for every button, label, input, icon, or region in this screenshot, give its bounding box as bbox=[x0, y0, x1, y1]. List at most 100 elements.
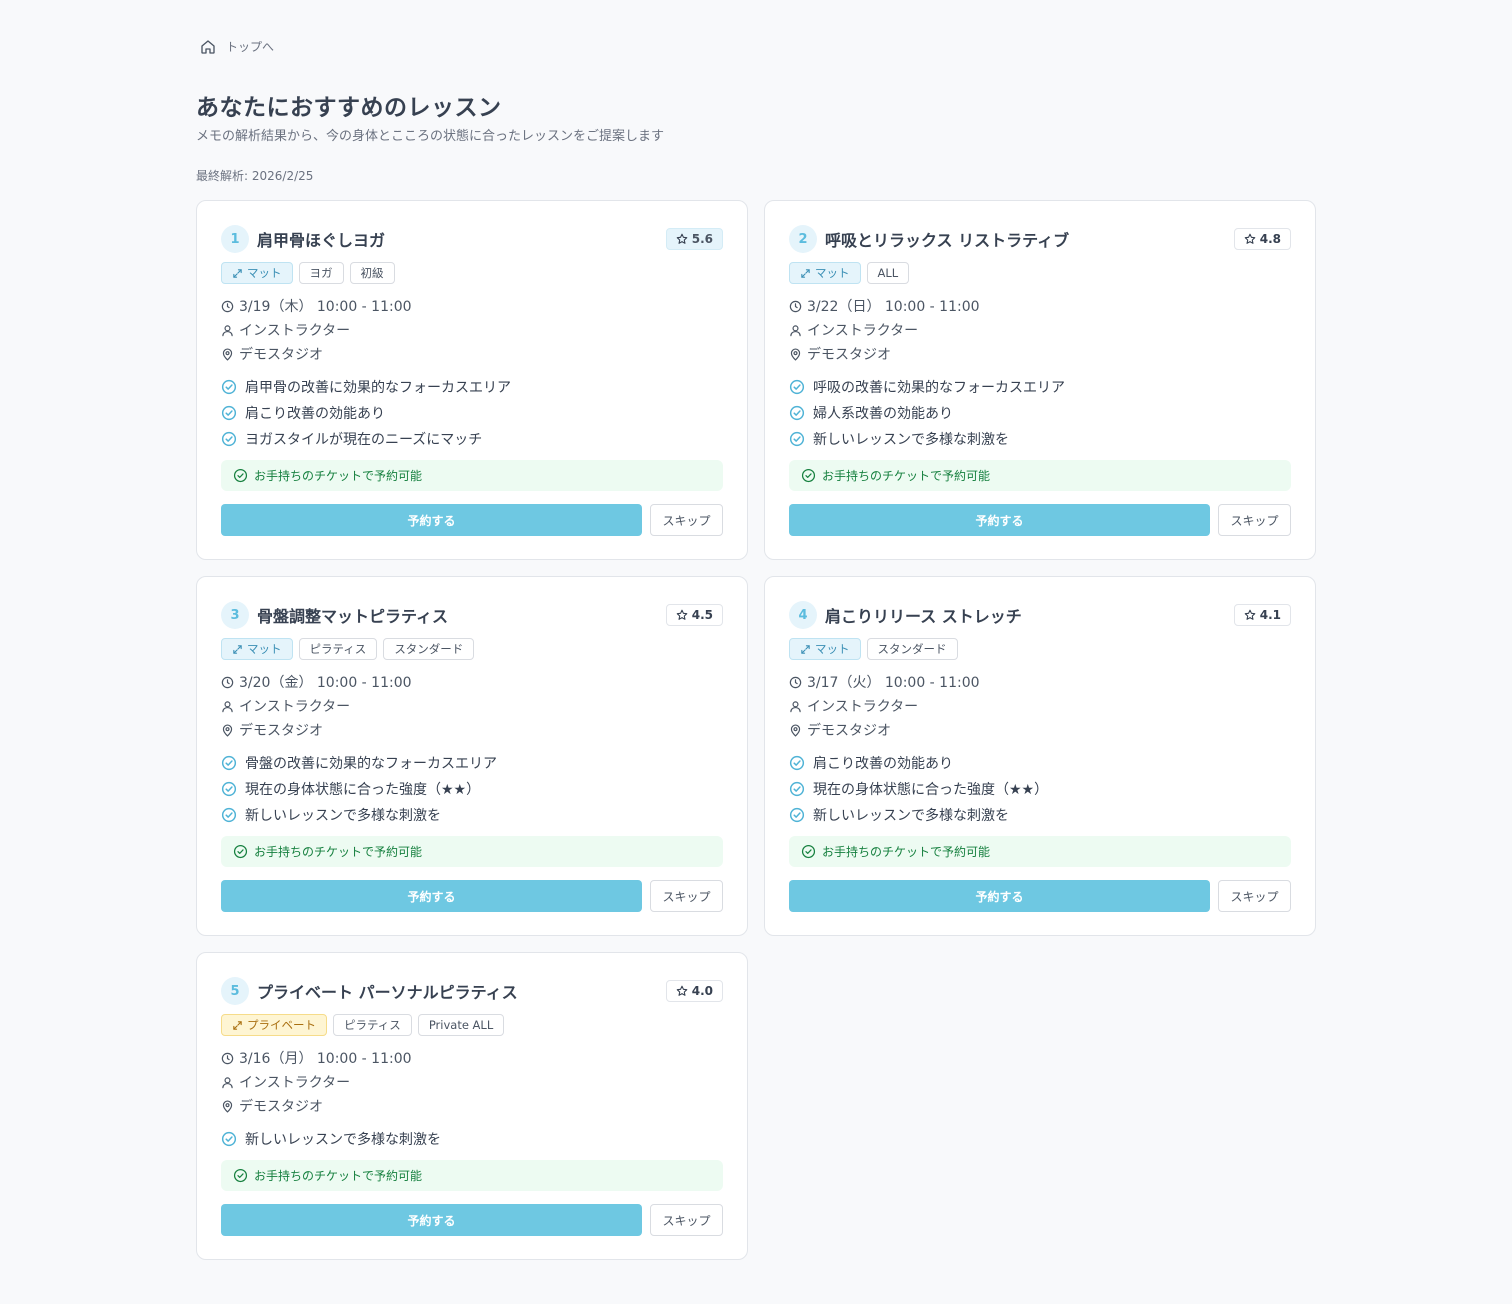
reason-item: 新しいレッスンで多様な刺激を bbox=[221, 1126, 723, 1152]
skip-button[interactable]: スキップ bbox=[650, 504, 723, 536]
datetime-row: 3/17（火） 10:00 - 11:00 bbox=[789, 670, 1291, 694]
clock-icon bbox=[221, 300, 234, 312]
ticket-note: お手持ちのチケットで予約可能 bbox=[789, 460, 1291, 491]
skip-button[interactable]: スキップ bbox=[1218, 880, 1291, 912]
datetime-text: 3/17（火） 10:00 - 11:00 bbox=[807, 675, 980, 691]
tag-plain: 初級 bbox=[349, 262, 395, 284]
map-pin-icon bbox=[222, 1099, 233, 1113]
tag-label: 初級 bbox=[360, 266, 384, 280]
breadcrumb-label[interactable]: トップへ bbox=[226, 38, 274, 55]
reserve-button[interactable]: 予約する bbox=[789, 880, 1210, 912]
tag-mat: マット bbox=[221, 638, 293, 660]
reserve-button[interactable]: 予約する bbox=[221, 504, 642, 536]
rank-badge: 2 bbox=[789, 225, 817, 253]
star-icon bbox=[1244, 233, 1256, 244]
card-actions: 予約する スキップ bbox=[221, 880, 723, 912]
check-badge-icon bbox=[789, 755, 805, 771]
check-badge-icon bbox=[221, 405, 237, 421]
reason-item: 肩こり改善の効能あり bbox=[789, 750, 1291, 776]
skip-button[interactable]: スキップ bbox=[650, 880, 723, 912]
score-badge: 4.8 bbox=[1233, 228, 1291, 250]
tag-private: プライベート bbox=[221, 1014, 327, 1036]
lesson-title: 呼吸とリラックス リストラティブ bbox=[825, 231, 1070, 250]
reason-item: 新しいレッスンで多様な刺激を bbox=[221, 802, 723, 828]
instructor-text: インストラクター bbox=[239, 1075, 351, 1091]
score-badge: 5.6 bbox=[665, 228, 723, 250]
ticket-note-text: お手持ちのチケットで予約可能 bbox=[254, 1169, 423, 1183]
tag-plain: スタンダード bbox=[866, 638, 958, 660]
check-badge-icon bbox=[221, 781, 237, 797]
reason-list: 新しいレッスンで多様な刺激を bbox=[221, 1126, 723, 1152]
datetime-text: 3/19（木） 10:00 - 11:00 bbox=[239, 299, 412, 315]
studio-row: デモスタジオ bbox=[221, 1094, 723, 1118]
tag-label: マット bbox=[247, 642, 282, 656]
lesson-card-2: 2 呼吸とリラックス リストラティブ 4.8 マット ALL 3/22（日） 10… bbox=[764, 200, 1316, 560]
map-pin-icon bbox=[790, 347, 801, 361]
reason-text: 新しいレッスンで多様な刺激を bbox=[245, 808, 441, 824]
score-value: 4.5 bbox=[691, 608, 713, 622]
skip-button[interactable]: スキップ bbox=[650, 1204, 723, 1236]
map-pin-icon bbox=[790, 723, 801, 737]
tag-list: マット ヨガ 初級 bbox=[221, 262, 723, 284]
datetime-row: 3/22（日） 10:00 - 11:00 bbox=[789, 294, 1291, 318]
reason-item: 現在の身体状態に合った強度（★★） bbox=[221, 776, 723, 802]
score-badge: 4.5 bbox=[665, 604, 723, 626]
arrows-icon bbox=[233, 1020, 242, 1030]
reason-item: 新しいレッスンで多様な刺激を bbox=[789, 802, 1291, 828]
ticket-note: お手持ちのチケットで予約可能 bbox=[789, 836, 1291, 867]
reserve-button[interactable]: 予約する bbox=[221, 1204, 642, 1236]
card-header: 4 肩こりリリース ストレッチ 4.1 bbox=[789, 601, 1291, 629]
lesson-title: プライベート パーソナルピラティス bbox=[257, 983, 518, 1002]
ticket-note: お手持ちのチケットで予約可能 bbox=[221, 1160, 723, 1191]
card-header: 1 肩甲骨ほぐしヨガ 5.6 bbox=[221, 225, 723, 253]
reason-text: 新しいレッスンで多様な刺激を bbox=[245, 1132, 441, 1148]
tag-plain: ピラティス bbox=[298, 638, 378, 660]
reason-text: ヨガスタイルが現在のニーズにマッチ bbox=[245, 432, 483, 448]
tag-plain: ピラティス bbox=[333, 1014, 412, 1036]
reserve-button[interactable]: 予約する bbox=[789, 504, 1210, 536]
tag-list: マット ALL bbox=[789, 262, 1291, 284]
user-icon bbox=[222, 700, 233, 712]
lesson-title: 肩甲骨ほぐしヨガ bbox=[257, 231, 386, 250]
rank-badge: 1 bbox=[221, 225, 249, 253]
last-analysis-date: 最終解析: 2026/2/25 bbox=[196, 169, 314, 183]
page: トップへ あなたにおすすめのレッスン メモの解析結果から、今の身体とこころの状態… bbox=[0, 0, 1512, 1304]
lesson-info: 3/19（木） 10:00 - 11:00 インストラクター デモスタジオ bbox=[221, 294, 723, 366]
home-icon bbox=[201, 39, 215, 54]
check-badge-icon bbox=[789, 807, 805, 823]
tag-plain: Private ALL bbox=[417, 1014, 505, 1036]
card-actions: 予約する スキップ bbox=[221, 1204, 723, 1236]
tag-plain: ALL bbox=[866, 262, 910, 284]
tag-label: ピラティス bbox=[309, 642, 367, 656]
check-circle-icon bbox=[801, 844, 816, 859]
breadcrumb[interactable]: トップへ bbox=[200, 38, 274, 55]
lesson-card-4: 4 肩こりリリース ストレッチ 4.1 マット スタンダード 3/17（火） 10… bbox=[764, 576, 1316, 936]
reason-text: 新しいレッスンで多様な刺激を bbox=[813, 808, 1009, 824]
card-header: 5 プライベート パーソナルピラティス 4.0 bbox=[221, 977, 723, 1005]
reserve-button[interactable]: 予約する bbox=[221, 880, 642, 912]
tag-mat: マット bbox=[789, 638, 861, 660]
score-value: 4.1 bbox=[1259, 608, 1281, 622]
reason-text: 骨盤の改善に効果的なフォーカスエリア bbox=[245, 756, 497, 772]
reason-text: 呼吸の改善に効果的なフォーカスエリア bbox=[813, 380, 1065, 396]
check-circle-icon bbox=[801, 468, 816, 483]
reason-text: 婦人系改善の効能あり bbox=[813, 406, 953, 422]
tag-list: マット スタンダード bbox=[789, 638, 1291, 660]
studio-text: デモスタジオ bbox=[239, 347, 323, 363]
tag-label: マット bbox=[247, 266, 282, 280]
tag-label: スタンダード bbox=[394, 642, 464, 656]
reason-list: 呼吸の改善に効果的なフォーカスエリア 婦人系改善の効能あり 新しいレッスンで多様な刺… bbox=[789, 374, 1291, 452]
instructor-text: インストラクター bbox=[807, 323, 919, 339]
instructor-row: インストラクター bbox=[221, 1070, 723, 1094]
ticket-note-text: お手持ちのチケットで予約可能 bbox=[254, 845, 423, 859]
arrows-icon bbox=[233, 268, 242, 278]
star-icon bbox=[1244, 609, 1256, 620]
score-badge: 4.0 bbox=[665, 980, 723, 1002]
lesson-title: 肩こりリリース ストレッチ bbox=[825, 607, 1022, 626]
arrows-icon bbox=[801, 268, 810, 278]
datetime-text: 3/16（月） 10:00 - 11:00 bbox=[239, 1051, 412, 1067]
lesson-card-1: 1 肩甲骨ほぐしヨガ 5.6 マット ヨガ 初級 3/19（木） 10:00 - 1… bbox=[196, 200, 748, 560]
tag-mat: マット bbox=[221, 262, 293, 284]
check-badge-icon bbox=[789, 781, 805, 797]
skip-button[interactable]: スキップ bbox=[1218, 504, 1291, 536]
